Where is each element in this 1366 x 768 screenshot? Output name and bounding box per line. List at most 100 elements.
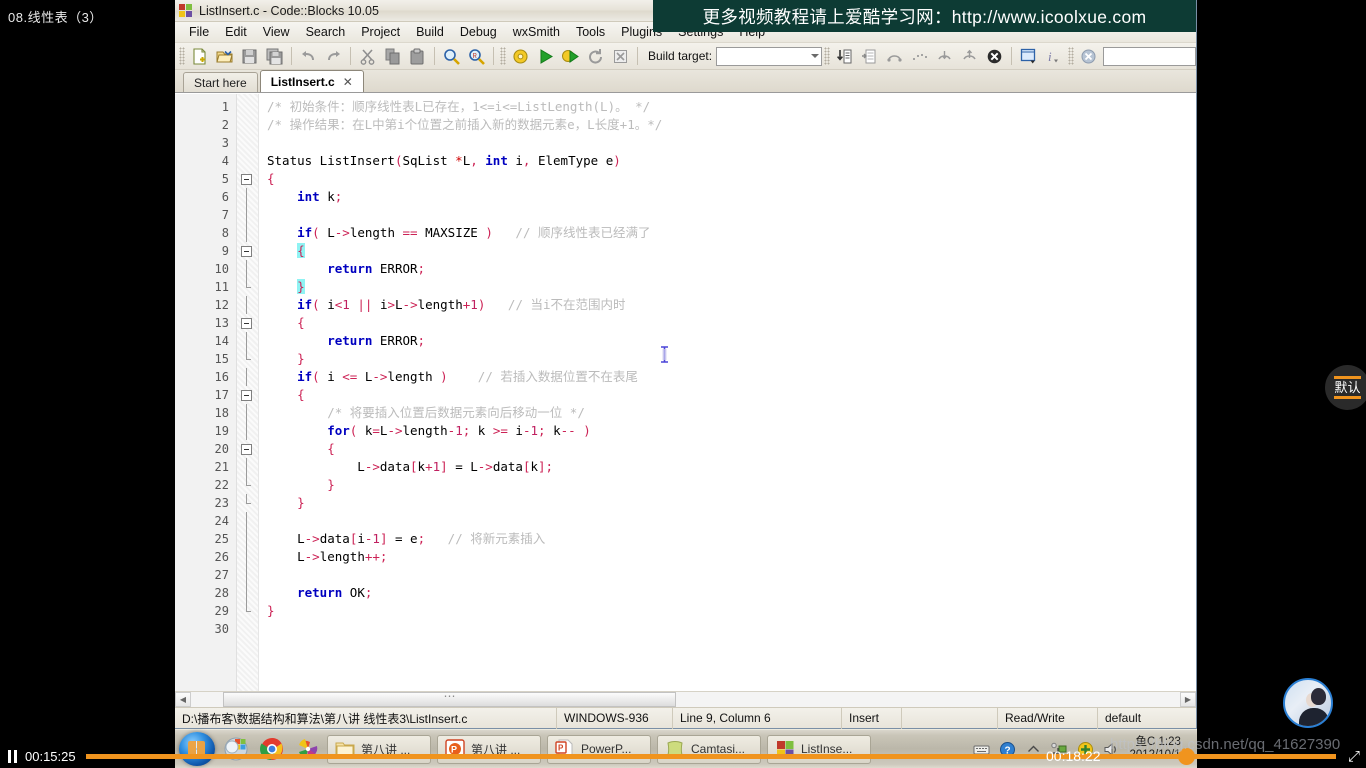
scroll-right-button[interactable]: ▶ xyxy=(1180,692,1196,707)
fold-marker-row[interactable] xyxy=(237,278,258,296)
cut-icon[interactable] xyxy=(356,45,379,68)
help-question-icon[interactable]: ? xyxy=(999,741,1016,758)
fold-marker-row[interactable] xyxy=(237,134,258,152)
fold-marker-row[interactable] xyxy=(237,620,258,638)
open-file-icon[interactable] xyxy=(213,45,236,68)
fold-marker-row[interactable] xyxy=(237,98,258,116)
fold-marker-row[interactable] xyxy=(237,188,258,206)
keyboard-ime-icon[interactable] xyxy=(973,741,990,758)
taskbar-item-folder[interactable]: 第八讲 ... xyxy=(327,734,431,764)
build-icon[interactable] xyxy=(509,45,532,68)
chrome-icon[interactable] xyxy=(259,736,285,762)
toolbar-grip[interactable] xyxy=(1068,47,1075,65)
fold-marker-row[interactable] xyxy=(237,170,258,188)
find-icon[interactable] xyxy=(440,45,463,68)
run-icon[interactable] xyxy=(534,45,557,68)
fold-marker-row[interactable] xyxy=(237,152,258,170)
debug-continue-icon[interactable] xyxy=(833,45,856,68)
paste-icon[interactable] xyxy=(406,45,429,68)
save-file-icon[interactable] xyxy=(238,45,261,68)
fold-marker-row[interactable] xyxy=(237,116,258,134)
menu-edit[interactable]: Edit xyxy=(217,24,255,40)
build-target-combo[interactable] xyxy=(716,46,823,66)
show-hidden-icons-icon[interactable] xyxy=(1025,741,1042,758)
fold-marker-row[interactable] xyxy=(237,368,258,386)
close-icon[interactable]: ✕ xyxy=(343,75,353,89)
scroll-left-button[interactable]: ◀ xyxy=(175,692,191,707)
debug-next-line-icon[interactable] xyxy=(883,45,906,68)
toolbar-grip[interactable] xyxy=(179,47,185,65)
code-folding-margin[interactable] xyxy=(237,94,259,691)
taskbar-item-powerpoint[interactable]: P 第八讲 ... xyxy=(437,734,541,764)
avatar[interactable] xyxy=(1283,678,1333,728)
debugging-windows-icon[interactable] xyxy=(1017,45,1040,68)
fold-marker-row[interactable] xyxy=(237,530,258,548)
windows-start-orb-icon[interactable] xyxy=(179,732,215,766)
tab-start-here[interactable]: Start here xyxy=(183,72,258,92)
code-editor[interactable]: 1 2 3 4 5 6 7 8 9 10 11 12 13 14 15 16 17 18 19 20 21 22 23 24 2… xyxy=(175,93,1196,691)
menu-search[interactable]: Search xyxy=(298,24,354,40)
fold-collapse-icon[interactable] xyxy=(241,318,252,329)
fold-collapse-icon[interactable] xyxy=(241,174,252,185)
fold-collapse-icon[interactable] xyxy=(241,246,252,257)
taskbar-item-camtasia[interactable]: Camtasi... xyxy=(657,734,761,764)
taskbar-clock[interactable]: 鱼C 1:23 2012/10/19 xyxy=(1129,736,1191,762)
fold-marker-row[interactable] xyxy=(237,404,258,422)
various-info-icon[interactable]: i xyxy=(1042,45,1065,68)
fold-marker-row[interactable] xyxy=(237,548,258,566)
fold-collapse-icon[interactable] xyxy=(241,444,252,455)
debug-next-instruction-icon[interactable] xyxy=(908,45,931,68)
fold-marker-row[interactable] xyxy=(237,422,258,440)
pinwheel-icon[interactable] xyxy=(295,736,321,762)
toolbar-grip[interactable] xyxy=(500,47,506,65)
abort-icon[interactable] xyxy=(609,45,632,68)
rebuild-icon[interactable] xyxy=(584,45,607,68)
fold-collapse-icon[interactable] xyxy=(241,390,252,401)
menu-project[interactable]: Project xyxy=(353,24,408,40)
menu-file[interactable]: File xyxy=(181,24,217,40)
pause-icon[interactable] xyxy=(8,749,18,763)
fold-marker-row[interactable] xyxy=(237,566,258,584)
menu-debug[interactable]: Debug xyxy=(452,24,505,40)
redo-icon[interactable] xyxy=(322,45,345,68)
code-text-area[interactable]: /* 初始条件：顺序线性表L已存在，1<=i<=ListLength(L)。 *… xyxy=(259,94,1196,691)
taskbar-item-codeblocks[interactable]: ListInse... xyxy=(767,734,871,764)
fold-marker-row[interactable] xyxy=(237,494,258,512)
fold-marker-row[interactable] xyxy=(237,314,258,332)
help-context-icon[interactable] xyxy=(1077,45,1100,68)
fold-marker-row[interactable] xyxy=(237,296,258,314)
build-and-run-icon[interactable] xyxy=(559,45,582,68)
fold-marker-row[interactable] xyxy=(237,206,258,224)
fold-marker-row[interactable] xyxy=(237,386,258,404)
fold-marker-row[interactable] xyxy=(237,332,258,350)
replace-icon[interactable]: R xyxy=(465,45,488,68)
volume-icon[interactable] xyxy=(1103,741,1120,758)
editor-horizontal-scrollbar[interactable]: ◀ ▶ xyxy=(175,691,1196,707)
scrollbar-track[interactable] xyxy=(191,692,1180,707)
fold-marker-row[interactable] xyxy=(237,260,258,278)
save-all-icon[interactable] xyxy=(263,45,286,68)
fold-marker-row[interactable] xyxy=(237,440,258,458)
show-desktop-icon[interactable] xyxy=(223,736,249,762)
undo-icon[interactable] xyxy=(297,45,320,68)
fold-marker-row[interactable] xyxy=(237,476,258,494)
debug-run-to-cursor-icon[interactable] xyxy=(858,45,881,68)
debug-step-out-icon[interactable] xyxy=(958,45,981,68)
menu-wxsmith[interactable]: wxSmith xyxy=(505,24,568,40)
toolbar-grip[interactable] xyxy=(824,47,831,65)
debug-step-into-icon[interactable] xyxy=(933,45,956,68)
tab-listinsert-c[interactable]: ListInsert.c ✕ xyxy=(259,70,364,92)
taskbar-item-powerpoint-doc[interactable]: P PowerP... xyxy=(547,734,651,764)
help-search-field[interactable] xyxy=(1103,46,1196,66)
fold-marker-row[interactable] xyxy=(237,584,258,602)
menu-tools[interactable]: Tools xyxy=(568,24,613,40)
scrollbar-thumb[interactable] xyxy=(223,692,676,707)
fold-marker-row[interactable] xyxy=(237,224,258,242)
fold-marker-row[interactable] xyxy=(237,458,258,476)
fold-marker-row[interactable] xyxy=(237,242,258,260)
menu-view[interactable]: View xyxy=(255,24,298,40)
fold-marker-row[interactable] xyxy=(237,350,258,368)
debug-stop-icon[interactable] xyxy=(983,45,1006,68)
copy-icon[interactable] xyxy=(381,45,404,68)
quality-selector-badge[interactable]: 默认 xyxy=(1325,365,1366,410)
